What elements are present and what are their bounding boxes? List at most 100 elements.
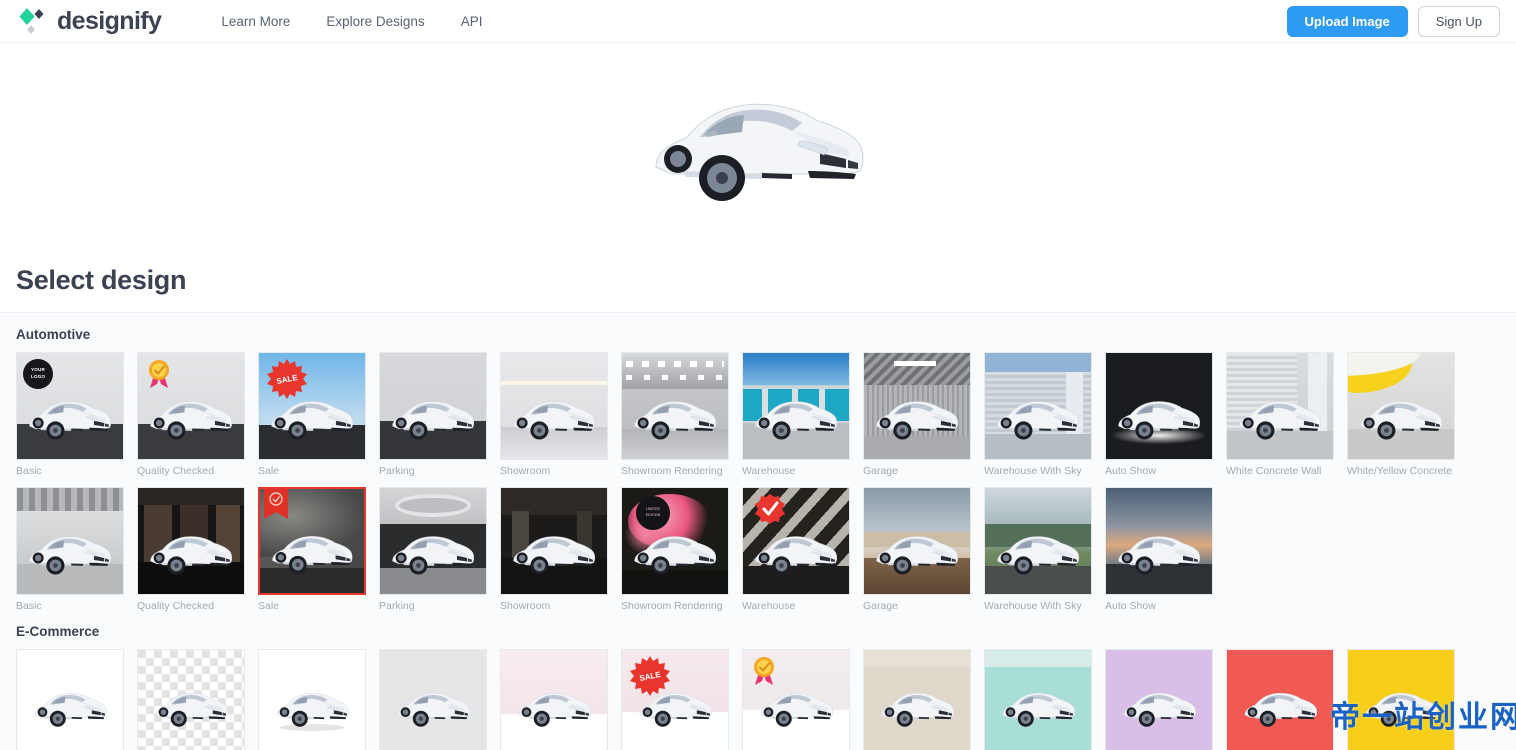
design-row: Basic Quality Checked [16,487,1500,613]
design-thumbnail[interactable] [621,352,729,460]
nav-item-api[interactable]: API [443,8,501,35]
design-thumbnail[interactable] [742,352,850,460]
design-thumbnail[interactable] [1105,352,1213,460]
design-card[interactable]: Auto Show [1105,352,1213,478]
design-thumbnail[interactable] [379,649,487,750]
creative-circle-badge: LIMITEDEDITION [636,496,670,530]
design-card[interactable] [258,649,366,750]
design-thumbnail[interactable]: SALE [621,649,729,750]
design-thumbnail[interactable] [742,649,850,750]
design-gallery[interactable]: Automotive YOURLOGO Basic [0,312,1516,750]
upload-image-button[interactable]: Upload Image [1287,6,1408,37]
design-card[interactable]: SALE Sale [258,352,366,478]
design-thumbnail[interactable] [258,487,366,595]
sign-up-button[interactable]: Sign Up [1418,6,1500,37]
design-thumbnail[interactable] [137,487,245,595]
design-card[interactable]: Warehouse With Sky [984,487,1092,613]
design-thumbnail[interactable] [863,487,971,595]
design-thumbnail[interactable] [500,649,608,750]
design-thumbnail[interactable] [984,649,1092,750]
sale-starburst-badge: SALE [267,359,307,399]
design-card[interactable]: Sale [258,487,366,613]
design-card[interactable]: Showroom [500,487,608,613]
design-card-label: Garage [863,600,971,613]
hero-car-image[interactable] [642,75,874,207]
design-thumbnail[interactable] [16,487,124,595]
design-card[interactable]: Garage [863,487,971,613]
design-thumbnail[interactable] [137,649,245,750]
design-thumbnail[interactable] [1347,352,1455,460]
nav-item-explore-designs[interactable]: Explore Designs [308,8,442,35]
design-card-label: White Concrete Wall [1226,465,1334,478]
design-thumbnail[interactable] [863,352,971,460]
design-card[interactable]: Parking [379,352,487,478]
design-card[interactable]: Warehouse [742,352,850,478]
design-card[interactable] [1226,649,1334,750]
design-card-label: Quality Checked [137,600,245,613]
group-title: Automotive [16,327,1500,342]
design-card[interactable]: Auto Show [1105,487,1213,613]
design-card[interactable]: Warehouse With Sky [984,352,1092,478]
design-row: YOURLOGO Basic [16,352,1500,478]
design-thumbnail[interactable]: LIMITEDEDITION [621,487,729,595]
design-card[interactable] [379,649,487,750]
design-card[interactable]: Basic [16,487,124,613]
design-card-label: Quality Checked [137,465,245,478]
design-card-label: Showroom [500,600,608,613]
design-thumbnail[interactable] [1226,649,1334,750]
brand-name: designify [57,7,161,36]
design-thumbnail[interactable] [1105,649,1213,750]
design-card[interactable] [137,649,245,750]
design-card[interactable]: LIMITEDEDITION Showroom Rendering [621,487,729,613]
design-card[interactable] [1105,649,1213,750]
design-thumbnail[interactable] [379,352,487,460]
design-thumbnail[interactable] [16,649,124,750]
design-thumbnail[interactable] [1226,352,1334,460]
design-card-label: Warehouse With Sky [984,600,1092,613]
design-thumbnail[interactable] [258,649,366,750]
sparkle-diamond-icon [16,5,48,37]
design-card[interactable]: YOURLOGO Basic [16,352,124,478]
design-thumbnail[interactable] [742,487,850,595]
brand-logo[interactable]: designify [16,5,161,37]
rosette-badge [751,656,777,686]
nav-item-learn-more[interactable]: Learn More [203,8,308,35]
design-card[interactable] [742,649,850,750]
design-card[interactable] [863,649,971,750]
design-thumbnail[interactable] [1347,649,1455,750]
design-thumbnail[interactable] [984,352,1092,460]
design-card-label: Warehouse [742,600,850,613]
design-thumbnail[interactable]: SALE [258,352,366,460]
design-thumbnail[interactable] [500,487,608,595]
design-card[interactable] [500,649,608,750]
design-card[interactable]: SALE [621,649,729,750]
design-card[interactable]: White Concrete Wall [1226,352,1334,478]
ribbon-badge [264,489,288,523]
design-card[interactable]: White/Yellow Concrete [1347,352,1455,478]
check-badge [755,494,785,524]
design-thumbnail[interactable] [137,352,245,460]
design-card[interactable]: Quality Checked [137,487,245,613]
design-card[interactable]: Parking [379,487,487,613]
design-thumbnail[interactable] [984,487,1092,595]
design-thumbnail[interactable] [1105,487,1213,595]
design-thumbnail[interactable] [379,487,487,595]
design-card[interactable]: Showroom [500,352,608,478]
design-card[interactable]: Quality Checked [137,352,245,478]
design-card-label: Auto Show [1105,600,1213,613]
design-thumbnail[interactable]: YOURLOGO [16,352,124,460]
design-card-label: Warehouse With Sky [984,465,1092,478]
design-thumbnail[interactable] [863,649,971,750]
your-logo-badge: YOURLOGO [23,359,53,389]
design-card[interactable] [1347,649,1455,750]
design-card[interactable]: Showroom Rendering [621,352,729,478]
design-card[interactable]: Warehouse [742,487,850,613]
design-card[interactable] [984,649,1092,750]
design-thumbnail[interactable] [500,352,608,460]
design-card-label: Auto Show [1105,465,1213,478]
design-card[interactable]: Garage [863,352,971,478]
design-card-label: Parking [379,600,487,613]
page-title: Select design [16,265,1500,296]
design-card[interactable] [16,649,124,750]
design-group-automotive: Automotive YOURLOGO Basic [16,327,1500,612]
